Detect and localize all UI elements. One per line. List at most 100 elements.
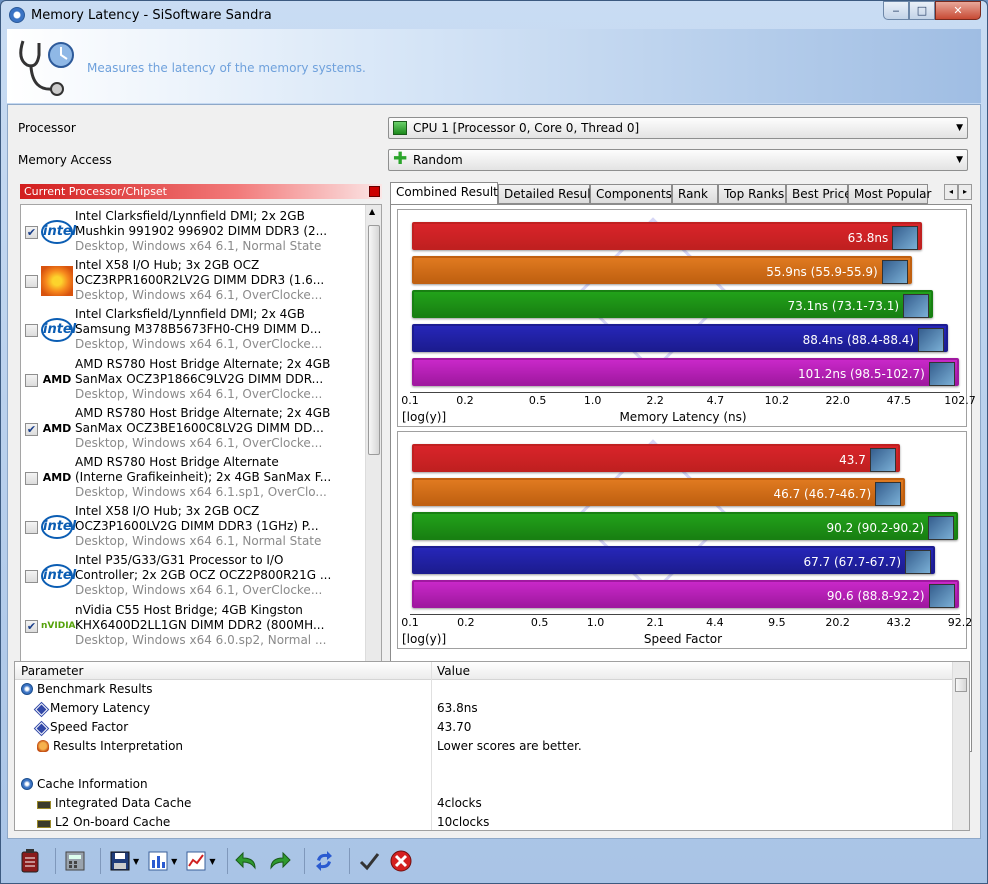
graph-icon[interactable] xyxy=(183,848,209,874)
bar-label: 63.8ns xyxy=(847,231,889,245)
grid-row-parameter[interactable]: Results Interpretation xyxy=(37,739,183,753)
plus-icon: ✚ xyxy=(393,149,408,169)
refresh-icon[interactable] xyxy=(311,848,337,874)
memory-access-label: Memory Access xyxy=(18,153,112,167)
list-item[interactable]: ✔ intel Intel Clarksfield/Lynnfield DMI; 2… xyxy=(21,207,365,256)
bar-label: 55.9ns (55.9-55.9) xyxy=(766,265,878,279)
grid-column-divider xyxy=(431,662,432,830)
board-thumbnail xyxy=(881,260,908,284)
item-title: AMD RS780 Host Bridge Alternate; 2x 4GB xyxy=(75,405,331,420)
parameter-text: Cache Information xyxy=(37,777,148,791)
item-checkbox[interactable]: ✔ xyxy=(25,226,38,239)
tab-scroll-left-icon[interactable]: ◂ xyxy=(944,184,958,200)
board-thumbnail xyxy=(875,482,902,506)
memory-access-select[interactable]: ✚ Random ▼ xyxy=(388,149,968,171)
grid-row-parameter[interactable]: Cache Information xyxy=(21,777,148,791)
tab-combined-results[interactable]: Combined Results xyxy=(390,182,504,205)
grid-row-value: 63.8ns xyxy=(437,701,478,715)
tab-scroll-right-icon[interactable]: ▸ xyxy=(958,184,972,200)
chip-icon xyxy=(37,801,51,809)
ok-icon[interactable] xyxy=(356,848,382,874)
processor-label: Processor xyxy=(18,121,76,135)
x-tick-label: 0.5 xyxy=(530,616,549,629)
x-tick-label: 0.2 xyxy=(456,394,474,407)
tab-most-popular[interactable]: Most Popular xyxy=(848,184,931,204)
y-axis-label: [log(y)] xyxy=(402,632,447,646)
grid-row-parameter[interactable]: Speed Factor xyxy=(35,720,128,735)
dia-icon xyxy=(35,703,48,716)
grid-row-parameter[interactable]: Benchmark Results xyxy=(21,682,153,696)
toolbar-separator xyxy=(304,848,306,874)
maximize-button[interactable]: □ xyxy=(909,1,935,20)
item-title: Intel X58 I/O Hub; 3x 2GB OCZ xyxy=(75,258,260,273)
item-system: Desktop, Windows x64 6.1, OverClocke... xyxy=(75,288,323,303)
list-item[interactable]: AMD AMD RS780 Host Bridge Alternate (Inter… xyxy=(21,453,365,502)
toolbar-separator xyxy=(227,848,229,874)
item-memory: Controller; 2x 2GB OCZ OCZ2P800R21G ... xyxy=(75,568,332,583)
board-thumbnail xyxy=(928,584,955,608)
results-grid: Parameter Value Benchmark Results Memory … xyxy=(14,661,970,831)
cancel-icon[interactable] xyxy=(388,848,414,874)
save-dropdown-icon[interactable]: ▼ xyxy=(133,857,139,866)
board-thumbnail xyxy=(928,516,955,540)
tab-detailed-results[interactable]: Detailed Results xyxy=(498,184,602,204)
item-title: Intel P35/G33/G31 Processor to I/O xyxy=(75,553,284,568)
list-item[interactable]: Intel X58 I/O Hub; 3x 2GB OCZ OCZ3RPR1600… xyxy=(21,256,365,305)
item-checkbox[interactable] xyxy=(25,521,38,535)
grid-scroll-thumb[interactable] xyxy=(955,678,967,692)
processor-select[interactable]: CPU 1 [Processor 0, Core 0, Thread 0] ▼ xyxy=(388,117,968,139)
x-tick-label: 1.0 xyxy=(586,616,605,629)
list-item[interactable]: ✔ AMD AMD RS780 Host Bridge Alternate; 2x … xyxy=(21,404,365,453)
close-button[interactable]: ✕ xyxy=(935,1,981,20)
calculator-icon[interactable] xyxy=(62,848,88,874)
x-tick-label: 9.5 xyxy=(768,616,786,629)
back-icon[interactable] xyxy=(234,848,260,874)
intel-logo-icon: intel xyxy=(41,318,76,343)
grid-row-value: 10clocks xyxy=(437,815,490,829)
list-item[interactable]: intel Intel Clarksfield/Lynnfield DMI; 2x… xyxy=(21,305,365,354)
chart-dropdown-icon[interactable]: ▼ xyxy=(171,857,177,866)
tab-top-ranks[interactable]: Top Ranks xyxy=(718,184,786,204)
battery-icon[interactable] xyxy=(17,848,43,874)
list-item[interactable]: intel Intel X58 I/O Hub; 3x 2GB OCZ OCZ3P1… xyxy=(21,502,365,551)
cpu-icon xyxy=(393,121,407,135)
minimize-button[interactable]: ‒ xyxy=(883,1,909,20)
x-tick-label: 0.1 xyxy=(401,394,419,407)
item-checkbox[interactable] xyxy=(25,570,38,584)
item-checkbox[interactable] xyxy=(25,373,38,387)
collapse-square-icon[interactable] xyxy=(369,186,380,197)
grid-row-parameter[interactable]: Integrated Data Cache xyxy=(37,796,191,810)
list-item[interactable]: AMD AMD RS780 Host Bridge Alternate; 2x 4… xyxy=(21,355,365,404)
x-axis-label: Speed Factor xyxy=(643,632,723,646)
grid-row-parameter[interactable]: L2 On-board Cache xyxy=(37,815,170,829)
tab-components[interactable]: Components xyxy=(590,184,672,204)
title-bar: Memory Latency - SiSoftware Sandra ‒ □ ✕ xyxy=(1,1,987,29)
graph-dropdown-icon[interactable]: ▼ xyxy=(209,857,215,866)
chart-icon[interactable] xyxy=(145,848,171,874)
x-tick-label: 92.2 xyxy=(947,616,973,629)
forward-icon[interactable] xyxy=(266,848,292,874)
intel-logo-icon: intel xyxy=(41,564,76,589)
scroll-thumb[interactable] xyxy=(368,225,380,455)
grid-row-parameter[interactable]: Memory Latency xyxy=(35,701,150,716)
item-checkbox[interactable]: ✔ xyxy=(25,619,38,633)
intel-logo-icon: intel xyxy=(41,220,76,244)
grid-scrollbar[interactable] xyxy=(952,662,969,830)
tab-rank[interactable]: Rank xyxy=(672,184,718,204)
amd-logo-icon: AMD xyxy=(42,471,72,484)
save-icon[interactable] xyxy=(107,848,133,874)
list-item[interactable]: intel Intel P35/G33/G31 Processor to I/O C… xyxy=(21,551,365,600)
item-memory: OCZ3P1600LV2G DIMM DDR3 (1GHz) P... xyxy=(75,519,319,534)
list-item[interactable]: ✔ nVIDIA nVidia C55 Host Bridge; 4GB Kings… xyxy=(21,601,365,650)
grid-col-value[interactable]: Value xyxy=(437,664,470,678)
y-axis-label: [log(y)] xyxy=(402,410,447,424)
item-checkbox[interactable] xyxy=(25,275,38,289)
grid-row-value: 4clocks xyxy=(437,796,482,810)
tab-best-price[interactable]: Best Price xyxy=(786,184,852,204)
grid-col-parameter[interactable]: Parameter xyxy=(21,664,83,678)
item-checkbox[interactable]: ✔ xyxy=(25,422,38,436)
scroll-up-icon[interactable]: ▲ xyxy=(369,207,375,216)
item-checkbox[interactable] xyxy=(25,472,38,485)
item-checkbox[interactable] xyxy=(25,324,38,338)
bulb-icon xyxy=(37,740,49,752)
